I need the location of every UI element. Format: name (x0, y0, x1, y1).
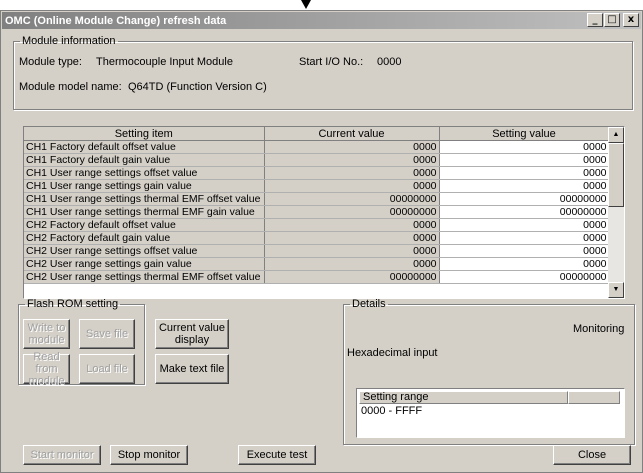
current-value-cell: 0000 (264, 179, 440, 193)
current-value-cell: 00000000 (264, 192, 440, 206)
setting-value-cell[interactable]: 0000 (439, 244, 610, 258)
start-monitor-button[interactable]: Start monitor (23, 445, 101, 465)
monitoring-status: Monitoring (573, 323, 625, 335)
table-row[interactable]: CH1 User range settings thermal EMF gain… (24, 205, 610, 219)
table-row[interactable]: CH2 User range settings offset value 0000… (24, 244, 610, 258)
table-row[interactable]: CH1 User range settings thermal EMF offs… (24, 192, 610, 206)
setting-item-cell: CH1 User range settings thermal EMF gain… (24, 205, 265, 219)
setting-item-cell: CH1 User range settings offset value (24, 166, 265, 180)
start-io-value: 0000 (377, 56, 402, 68)
current-value-cell: 0000 (264, 166, 440, 180)
setting-item-cell: CH2 User range settings offset value (24, 244, 265, 258)
title-bar: OMC (Online Module Change) refresh data … (2, 12, 641, 29)
close-window-button[interactable]: x (623, 13, 639, 27)
setting-value-cell[interactable]: 00000000 (439, 192, 610, 206)
setting-value-cell[interactable]: 0000 (439, 166, 610, 180)
table-row[interactable]: CH2 Factory default offset value 0000 0000 (24, 218, 610, 232)
current-value-cell: 00000000 (264, 270, 440, 284)
module-model-label: Module model name: (19, 81, 122, 93)
setting-item-cell: CH1 Factory default gain value (24, 153, 265, 167)
column-header-setting-value[interactable]: Setting value (439, 127, 610, 141)
setting-item-cell: CH2 User range settings thermal EMF offs… (24, 270, 265, 284)
setting-item-cell: CH1 Factory default offset value (24, 140, 265, 154)
table-row[interactable]: CH1 User range settings gain value 0000 00… (24, 179, 610, 193)
table-row[interactable]: CH2 User range settings thermal EMF offs… (24, 270, 610, 284)
details-legend: Details (352, 298, 386, 310)
setting-value-cell[interactable]: 0000 (439, 257, 610, 271)
table-vertical-scrollbar[interactable]: ▲ ▼ (608, 127, 624, 298)
table-row[interactable]: CH1 User range settings offset value 0000… (24, 166, 610, 180)
setting-value-cell[interactable]: 00000000 (439, 205, 610, 219)
pointer-arrow-icon (301, 0, 311, 9)
execute-test-button[interactable]: Execute test (238, 445, 316, 465)
setting-range-header-blank (568, 391, 620, 404)
current-value-cell: 0000 (264, 153, 440, 167)
window-title: OMC (Online Module Change) refresh data (5, 14, 227, 27)
module-information-legend: Module information (22, 35, 116, 47)
setting-value-cell[interactable]: 0000 (439, 153, 610, 167)
table-row[interactable]: CH2 User range settings gain value 0000 00… (24, 257, 610, 271)
setting-item-cell: CH1 User range settings gain value (24, 179, 265, 193)
settings-table: Setting item Current value Setting value… (23, 126, 625, 299)
setting-value-cell[interactable]: 0000 (439, 218, 610, 232)
module-type-value: Thermocouple Input Module (96, 56, 233, 68)
scroll-thumb[interactable] (608, 143, 624, 207)
module-information-group: Module information (13, 35, 633, 110)
close-button[interactable]: Close (553, 445, 631, 465)
current-value-cell: 0000 (264, 140, 440, 154)
omc-refresh-data-window: OMC (Online Module Change) refresh data … (0, 10, 643, 473)
scroll-down-icon[interactable]: ▼ (608, 282, 624, 298)
table-row[interactable]: CH1 Factory default gain value 0000 0000 (24, 153, 610, 167)
column-header-setting-item[interactable]: Setting item (24, 127, 265, 141)
setting-value-cell[interactable]: 0000 (439, 231, 610, 245)
setting-range-value: 0000 - FFFF (361, 405, 423, 417)
make-text-file-button[interactable]: Make text file (155, 354, 229, 384)
current-value-cell: 0000 (264, 218, 440, 232)
setting-range-header: Setting range (359, 391, 568, 404)
maximize-button[interactable]: □ (604, 13, 620, 27)
save-file-button[interactable]: Save file (79, 319, 135, 349)
read-from-module-button[interactable]: Read from module (23, 351, 70, 387)
start-io-label: Start I/O No.: (299, 56, 364, 68)
setting-item-cell: CH2 Factory default offset value (24, 218, 265, 232)
minimize-button[interactable]: _ (587, 13, 603, 27)
module-type-label: Module type: (19, 56, 82, 68)
write-to-module-button[interactable]: Write to module (23, 319, 70, 349)
current-value-cell: 0000 (264, 257, 440, 271)
setting-value-cell[interactable]: 0000 (439, 179, 610, 193)
setting-value-cell[interactable]: 0000 (439, 140, 610, 154)
table-row[interactable]: CH2 Factory default gain value 0000 0000 (24, 231, 610, 245)
current-value-cell: 00000000 (264, 205, 440, 219)
flash-rom-legend: Flash ROM setting (27, 298, 119, 310)
current-value-cell: 0000 (264, 244, 440, 258)
setting-range-list: Setting range 0000 - FFFF (356, 388, 625, 438)
stop-monitor-button[interactable]: Stop monitor (110, 445, 188, 465)
column-header-current-value[interactable]: Current value (264, 127, 440, 141)
setting-item-cell: CH2 Factory default gain value (24, 231, 265, 245)
current-value-cell: 0000 (264, 231, 440, 245)
current-value-display-button[interactable]: Current value display (155, 319, 229, 349)
table-row[interactable]: CH1 Factory default offset value 0000 0000 (24, 140, 610, 154)
setting-item-cell: CH2 User range settings gain value (24, 257, 265, 271)
load-file-button[interactable]: Load file (79, 354, 135, 384)
scroll-up-icon[interactable]: ▲ (608, 127, 624, 143)
module-model-value: Q64TD (Function Version C) (128, 81, 267, 93)
input-mode-label: Hexadecimal input (347, 347, 438, 359)
setting-value-cell[interactable]: 00000000 (439, 270, 610, 284)
setting-item-cell: CH1 User range settings thermal EMF offs… (24, 192, 265, 206)
